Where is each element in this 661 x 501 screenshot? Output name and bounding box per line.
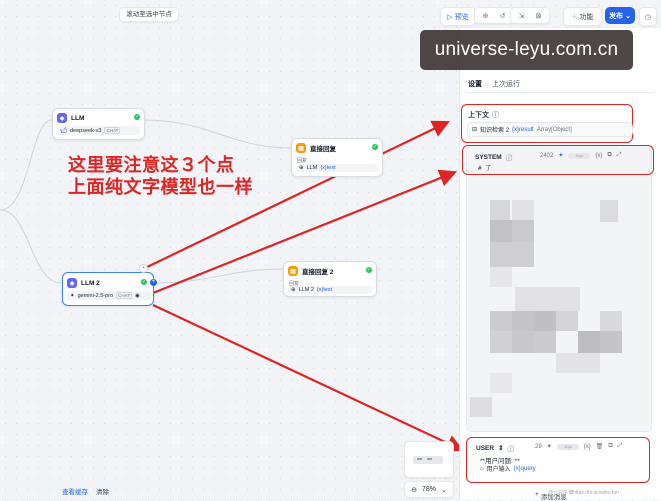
annotation-line-1: 这里要注意这３个点 [68, 155, 235, 175]
system-header: SYSTEM ⓘ [475, 153, 513, 163]
info-icon: ⓘ [507, 446, 515, 453]
node-ref-icon: ⊕ [291, 287, 296, 293]
knowledge-icon: ⊟ [472, 127, 478, 133]
clock-icon[interactable]: ◷ [639, 7, 657, 26]
node-ref-icon: ⊕ [299, 165, 304, 171]
reply-var-chip: ⊕ LLM 2 {x}text [288, 286, 372, 294]
annotation-line-2: 上面纯文字模型也一样 [68, 177, 253, 197]
delete-icon[interactable]: 🗑︎ [596, 443, 604, 450]
success-icon: ✓ [366, 267, 372, 273]
view-cache-button[interactable]: 查看缓存 [62, 486, 88, 496]
io-icons-group: ⇲ ⊠ [510, 7, 550, 24]
system-prompt-blurred [470, 175, 646, 425]
eye-icon: ◉ [135, 292, 140, 299]
chevron-down-icon: ⌄ [441, 486, 447, 494]
deepseek-icon: 🐋︎ [60, 127, 67, 134]
swap-icon[interactable]: ⇕ [498, 444, 503, 452]
panel-tabs: 设置 上次运行 [468, 79, 520, 89]
tabs-divider [466, 92, 654, 93]
reply-label: 回复 [297, 158, 308, 164]
success-icon: ✓ [134, 114, 140, 120]
features-button[interactable]: ⁘ 功能 [563, 7, 602, 26]
zoom-out-icon[interactable]: ⊖ [411, 486, 417, 494]
history-icon[interactable]: ↺ [494, 7, 511, 24]
watermark-overlay: universe-leyu.com.cn [420, 30, 633, 70]
zoom-control[interactable]: ⊖ 78% ⌄ [404, 481, 454, 498]
llm-icon: ◈ [67, 278, 77, 288]
scroll-to-selected-button[interactable]: 滚动至选中节点 [119, 7, 179, 22]
gemini-icon: ✦ [70, 292, 75, 299]
sparkle-icon[interactable]: ✦ [558, 152, 563, 159]
preview-button[interactable]: ▷ 预览 [440, 7, 476, 26]
reply-icon: ▤ [288, 266, 298, 276]
chevron-down-icon: ⌄ [625, 12, 631, 20]
llm-icon: ◈ [57, 113, 67, 123]
llm-node[interactable]: ◈ LLM ✓ 🐋︎ deepseek-v3 CHAT [52, 108, 145, 140]
grid-icon: ⁘ [571, 13, 578, 21]
add-next-node-icon[interactable]: + [150, 279, 157, 286]
success-icon: ✓ [372, 144, 378, 150]
user-input-icon: ⌂ [480, 465, 484, 472]
play-icon: ▷ [447, 13, 453, 21]
system-tools: 2402 ✦ Jinja {x} ⧉ ⤢ [540, 152, 622, 159]
expand-icon[interactable]: ⤢ [618, 443, 623, 450]
add-node-icon[interactable]: + [139, 264, 148, 273]
copy-icon[interactable]: ⧉ [608, 443, 612, 450]
import-icon[interactable]: ⇲ [513, 7, 530, 24]
user-header: USER ⇕ ⓘ [476, 444, 515, 454]
answer2-node[interactable]: ▤ 直接回复 2 ✓ 回复 ⊕ LLM 2 {x}text [283, 261, 377, 297]
info-icon: ⓘ [492, 112, 499, 119]
debug-icon[interactable]: ⊕ [477, 7, 494, 24]
model-chip: ✦ gemini-2.5-pro CHAT ◉ [67, 291, 151, 300]
source-mark: @一只牛博https://hi.acowbo.fun [548, 490, 619, 496]
copy-icon[interactable]: ⧉ [607, 152, 611, 159]
jinja-toggle[interactable]: Jinja [556, 443, 579, 450]
reply-icon: ▤ [296, 143, 306, 153]
export-icon[interactable]: ⊠ [530, 7, 547, 24]
answer-node[interactable]: ▤ 直接回复 ✓ 回复 ⊕ LLM {x}text [291, 138, 383, 177]
variable-icon[interactable]: {x} [595, 153, 602, 159]
context-label: 上下文 ⓘ [468, 112, 499, 119]
llm2-node[interactable]: ◈ LLM 2 ✓ ✦ gemini-2.5-pro CHAT ◉ [62, 272, 154, 306]
tab-settings[interactable]: 设置 [468, 79, 482, 89]
success-icon: ✓ [141, 279, 147, 285]
system-prompt-text: # 了 [478, 165, 492, 172]
minimap[interactable] [404, 441, 454, 478]
user-tools: 29 ✦ Jinja {x} 🗑︎ ⧉ ⤢ [535, 443, 623, 450]
context-variable-field[interactable]: ⊟ 知识检索 2 {x}result Array[Object] [467, 122, 633, 137]
expand-icon[interactable]: ⤢ [617, 152, 622, 159]
info-icon: ⓘ [505, 155, 513, 162]
clear-button[interactable]: 清除 [96, 486, 109, 496]
publish-button[interactable]: 发布 ⌄ [605, 7, 635, 24]
variable-icon[interactable]: {x} [584, 444, 591, 450]
tab-last-run[interactable]: 上次运行 [492, 79, 520, 89]
jinja-toggle[interactable]: Jinja [568, 152, 591, 159]
model-chip: 🐋︎ deepseek-v3 CHAT [57, 126, 140, 135]
reply-var-chip: ⊕ LLM {x}text [296, 164, 378, 172]
tool-icons-group: ⊕ ↺ [474, 7, 514, 24]
sparkle-icon[interactable]: ✦ [547, 443, 552, 450]
user-var-chip: ⌂ 用户输入 {x}query [480, 465, 536, 474]
